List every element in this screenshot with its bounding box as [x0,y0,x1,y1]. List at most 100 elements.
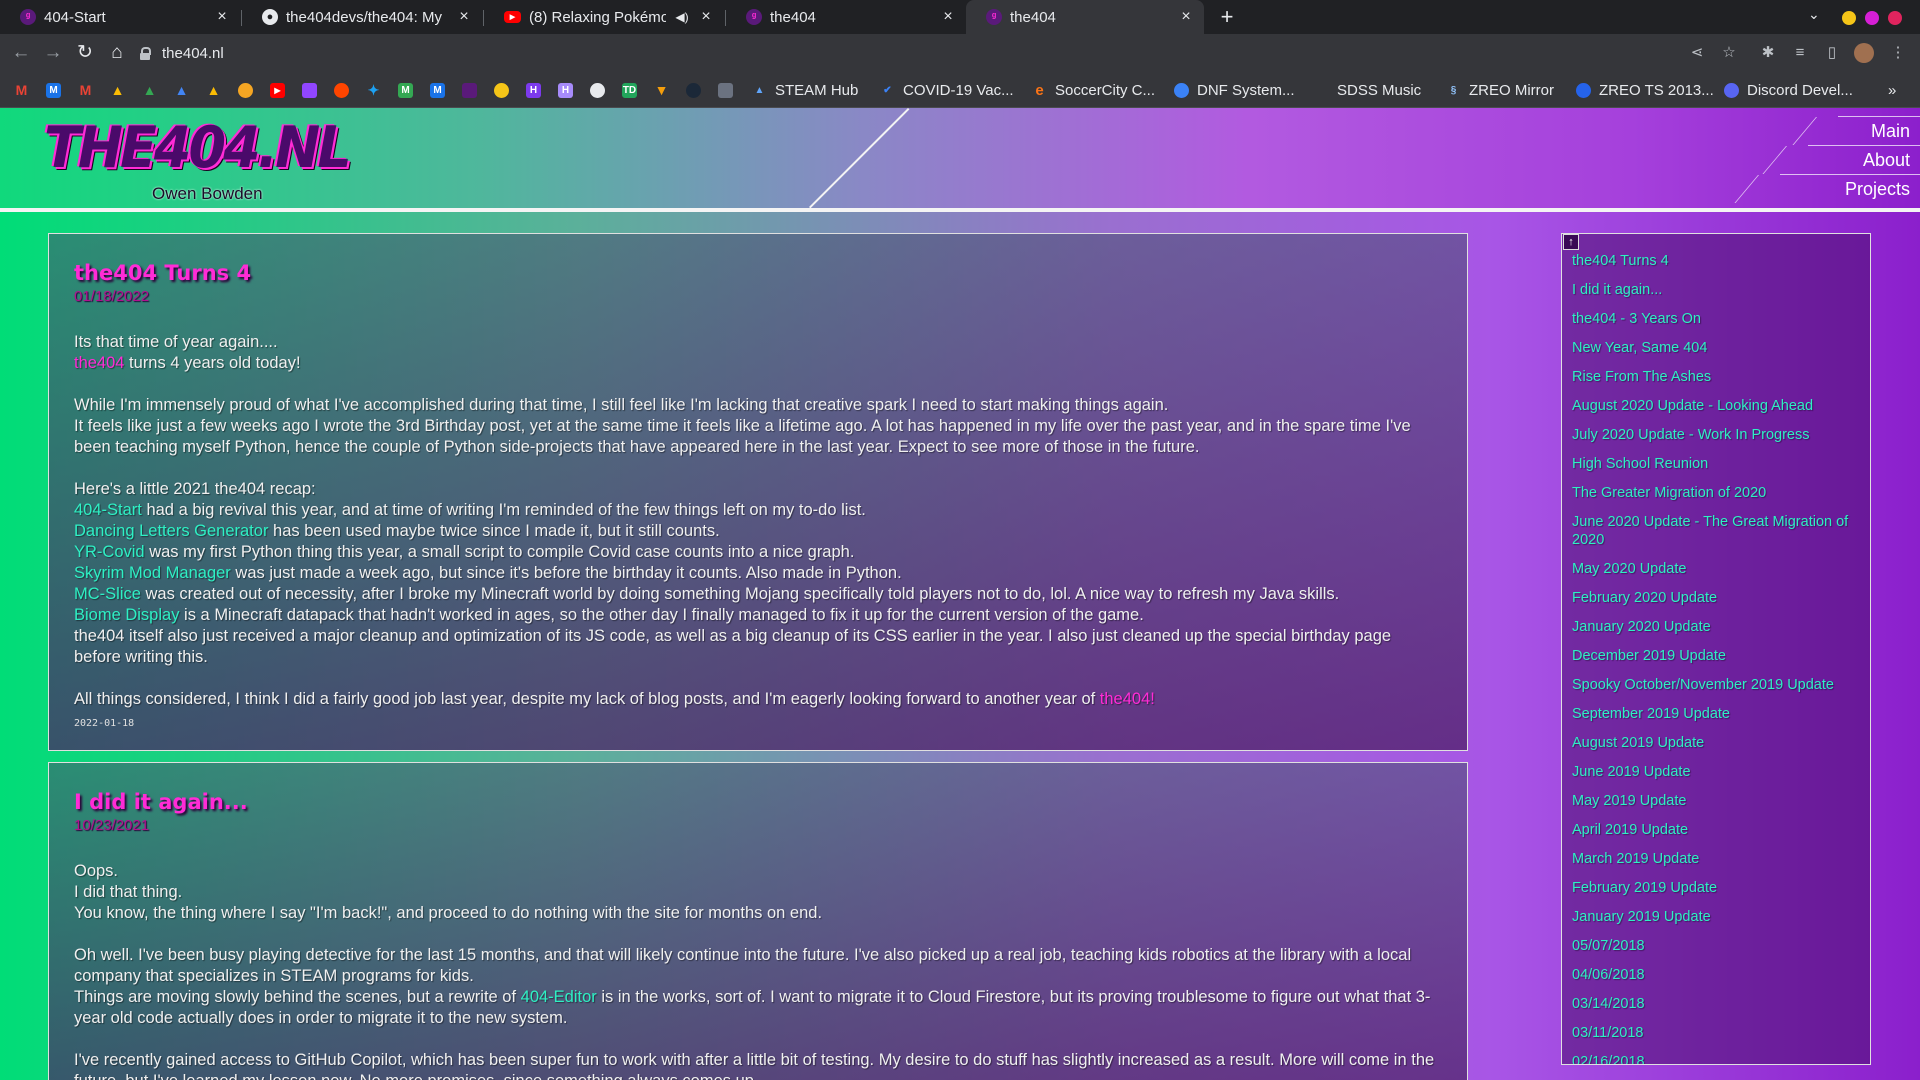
menu-icon[interactable]: ⋮ [1888,43,1908,63]
tab-search-icon[interactable]: ⌄ [1808,6,1820,23]
twitch-icon[interactable] [302,81,317,99]
nav-main[interactable]: Main [1838,116,1920,144]
reload-icon[interactable]: ↻ [74,42,96,64]
forward-icon[interactable]: → [42,42,64,64]
sidebar-post-link[interactable]: February 2019 Update [1572,879,1862,897]
sidebar-post-link[interactable]: 05/07/2018 [1572,937,1862,955]
sidebar-post-link[interactable]: July 2020 Update - Work In Progress [1572,426,1862,444]
lock-icon[interactable] [140,47,151,60]
sidebar-post-link[interactable]: May 2020 Update [1572,560,1862,578]
google-drive-icon[interactable]: ▲ [174,81,189,99]
sidebar-post-link[interactable]: June 2019 Update [1572,763,1862,781]
tab-github[interactable]: ● the404devs/the404: My × [242,0,482,34]
share-icon[interactable]: ⋖ [1687,43,1707,63]
bookmark-m-blue-icon[interactable]: M [46,81,61,99]
youtube-icon[interactable]: ▶ [270,81,285,99]
bookmark-zreo-mirror[interactable]: § ZREO Mirror [1446,81,1554,99]
bookmark-m-green-icon[interactable]: M [398,81,413,99]
minimize-button[interactable] [1842,11,1856,25]
sidebar-post-link[interactable]: The Greater Migration of 2020 [1572,484,1862,502]
nav-projects[interactable]: Projects [1780,174,1920,202]
server-icon[interactable] [718,81,733,99]
media-queue-icon[interactable]: ≡ [1790,43,1810,63]
sidebar-post-link[interactable]: May 2019 Update [1572,792,1862,810]
sidebar-post-link[interactable]: I did it again... [1572,281,1862,299]
bookmark-discord-devel[interactable]: Discord Devel... [1724,81,1853,99]
sidebar-post-link[interactable]: March 2019 Update [1572,850,1862,868]
sidebar-post-link[interactable]: New Year, Same 404 [1572,339,1862,357]
sidebar-post-link[interactable]: September 2019 Update [1572,705,1862,723]
sidebar-post-link[interactable]: the404 - 3 Years On [1572,310,1862,328]
twitter-icon[interactable]: ✦ [366,81,381,99]
bookmark-star-icon[interactable]: ☆ [1719,43,1739,63]
post-title[interactable]: I did it again... [74,789,1441,815]
project-link-biome-display[interactable]: Biome Display [74,606,179,624]
google-drive-icon[interactable]: ▲ [142,81,157,99]
tab-the404-active[interactable]: ᵍ the404 × [966,0,1204,34]
post-title[interactable]: the404 Turns 4 [74,260,1441,286]
sidebar-post-link[interactable]: High School Reunion [1572,455,1862,473]
steam-icon[interactable] [686,81,701,99]
github-icon[interactable] [590,81,605,99]
bookmark-soccercity[interactable]: e SoccerCity C... [1032,81,1155,99]
side-panel-icon[interactable]: ▯ [1822,43,1842,63]
project-link-dancing-letters[interactable]: Dancing Letters Generator [74,522,268,540]
bookmark-dnf-system[interactable]: DNF System... [1174,81,1295,99]
gmail-icon[interactable]: M [14,81,29,99]
project-link-404-editor[interactable]: 404-Editor [521,988,597,1006]
reddit-icon[interactable] [334,81,349,99]
scroll-top-button[interactable]: ↑ [1563,234,1579,250]
tab-404-start[interactable]: ᵍ 404-Start × [0,0,240,34]
maximize-button[interactable] [1865,11,1879,25]
site-logo[interactable]: THE404.NL [44,116,352,180]
sidebar-post-link[interactable]: August 2020 Update - Looking Ahead [1572,397,1862,415]
sidebar-post-link[interactable]: August 2019 Update [1572,734,1862,752]
sidebar-post-link[interactable]: 02/16/2018 [1572,1053,1862,1064]
close-icon[interactable]: × [214,8,230,26]
the404-link[interactable]: the404! [1100,690,1155,708]
the404-logo-icon[interactable] [462,81,477,99]
flame-icon[interactable] [238,81,253,99]
profile-avatar[interactable] [1854,43,1874,63]
bookmark-covid-vac[interactable]: ✔ COVID-19 Vac... [880,81,1013,99]
extensions-icon[interactable]: ✱ [1758,43,1778,63]
bookmark-h-icon[interactable]: H [558,81,573,99]
tab-the404[interactable]: ᵍ the404 × [726,0,966,34]
close-icon[interactable]: × [456,8,472,26]
sidebar-post-link[interactable]: the404 Turns 4 [1572,252,1862,270]
sidebar-post-link[interactable]: 03/11/2018 [1572,1024,1862,1042]
flame-icon[interactable] [494,81,509,99]
google-drive-icon[interactable]: ▲ [206,81,221,99]
funnel-icon[interactable]: ▼ [654,81,669,99]
nav-about[interactable]: About [1808,145,1920,173]
google-drive-icon[interactable]: ▲ [110,81,125,99]
sidebar-post-link[interactable]: February 2020 Update [1572,589,1862,607]
sidebar-post-link[interactable]: Spooky October/November 2019 Update [1572,676,1862,694]
speaker-icon[interactable]: ◀) [674,10,690,24]
bookmark-zreo-ts[interactable]: ZREO TS 2013... [1576,81,1714,99]
sidebar-post-link[interactable]: 03/14/2018 [1572,995,1862,1013]
bookmark-sdss-music[interactable]: SDSS Music [1314,81,1421,99]
project-link-yr-covid[interactable]: YR-Covid [74,543,145,561]
tab-youtube[interactable]: ▶ (8) Relaxing Pokémo ◀) × [484,0,724,34]
project-link-404-start[interactable]: 404-Start [74,501,142,519]
sidebar-post-link[interactable]: June 2020 Update - The Great Migration o… [1572,513,1862,549]
close-icon[interactable]: × [698,8,714,26]
sidebar-post-link[interactable]: January 2020 Update [1572,618,1862,636]
gmail-icon[interactable]: M [78,81,93,99]
bookmark-td-icon[interactable]: TD [622,81,637,99]
new-tab-button[interactable]: + [1214,4,1240,30]
close-icon[interactable]: × [940,8,956,26]
back-icon[interactable]: ← [10,42,32,64]
close-window-button[interactable] [1888,11,1902,25]
the404-link[interactable]: the404 [74,354,124,372]
bookmark-m-blue-icon[interactable]: M [430,81,445,99]
sidebar-post-link[interactable]: Rise From The Ashes [1572,368,1862,386]
project-link-mc-slice[interactable]: MC-Slice [74,585,141,603]
bookmark-steam-hub[interactable]: ▲ STEAM Hub [752,81,859,99]
bookmark-h-icon[interactable]: H [526,81,541,99]
sidebar-post-link[interactable]: January 2019 Update [1572,908,1862,926]
sidebar-post-link[interactable]: December 2019 Update [1572,647,1862,665]
bookmarks-overflow-icon[interactable]: » [1888,81,1896,99]
project-link-skyrim-mod-manager[interactable]: Skyrim Mod Manager [74,564,231,582]
